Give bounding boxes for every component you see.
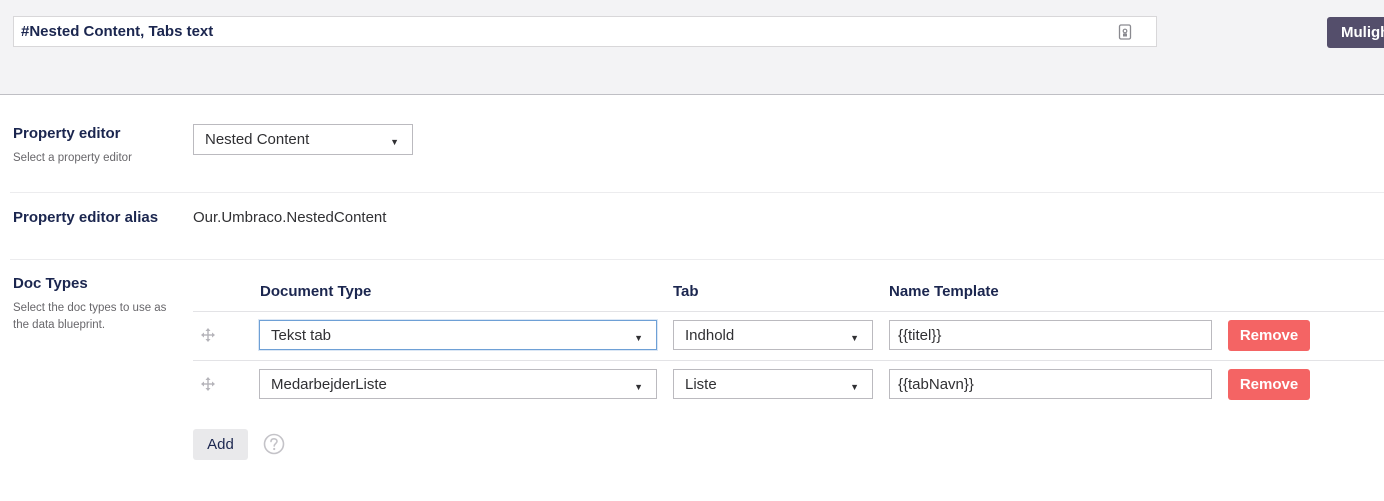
- actions-button[interactable]: Mulighed: [1327, 17, 1384, 48]
- editor-header: Mulighed: [0, 0, 1384, 95]
- section-divider: [10, 259, 1384, 260]
- column-header-tab: Tab: [673, 283, 699, 300]
- chevron-down-icon: ▼: [634, 382, 643, 392]
- move-handle-icon[interactable]: [201, 328, 215, 342]
- doc-types-label: Doc Types: [13, 275, 88, 292]
- move-handle-icon[interactable]: [201, 377, 215, 391]
- tab-select[interactable]: Indhold ▼: [673, 320, 873, 350]
- remove-button[interactable]: Remove: [1228, 369, 1310, 400]
- question-circle-icon[interactable]: [263, 433, 285, 455]
- chevron-down-icon: ▼: [390, 137, 399, 147]
- property-editor-selected: Nested Content: [205, 131, 310, 148]
- document-type-select[interactable]: MedarbejderListe ▼: [259, 369, 657, 399]
- remove-button[interactable]: Remove: [1228, 320, 1310, 351]
- section-divider: [10, 192, 1384, 193]
- table-divider: [193, 360, 1384, 361]
- tab-select[interactable]: Liste ▼: [673, 369, 873, 399]
- tab-value: Liste: [685, 376, 717, 393]
- chevron-down-icon: ▼: [850, 382, 859, 392]
- table-divider: [193, 311, 1384, 312]
- tab-value: Indhold: [685, 327, 735, 344]
- datatype-name-input[interactable]: [13, 16, 1157, 47]
- chevron-down-icon: ▼: [850, 333, 859, 343]
- name-template-input[interactable]: [889, 320, 1212, 350]
- chevron-down-icon: ▼: [634, 333, 643, 343]
- document-type-select[interactable]: Tekst tab ▼: [259, 320, 657, 350]
- lock-icon[interactable]: [1118, 24, 1132, 40]
- property-alias-value: Our.Umbraco.NestedContent: [193, 209, 387, 226]
- document-type-value: MedarbejderListe: [271, 376, 387, 393]
- document-type-value: Tekst tab: [271, 327, 332, 344]
- property-alias-label: Property editor alias: [13, 209, 159, 226]
- name-template-input[interactable]: [889, 369, 1212, 399]
- doc-types-description: Select the doc types to use as the data …: [13, 302, 167, 331]
- property-editor-description: Select a property editor: [13, 152, 132, 164]
- add-doc-type-button[interactable]: Add: [193, 429, 248, 460]
- column-header-name-template: Name Template: [889, 283, 999, 300]
- property-editor-select[interactable]: Nested Content ▼: [193, 124, 413, 155]
- property-editor-label: Property editor: [13, 125, 121, 142]
- column-header-document-type: Document Type: [260, 283, 372, 300]
